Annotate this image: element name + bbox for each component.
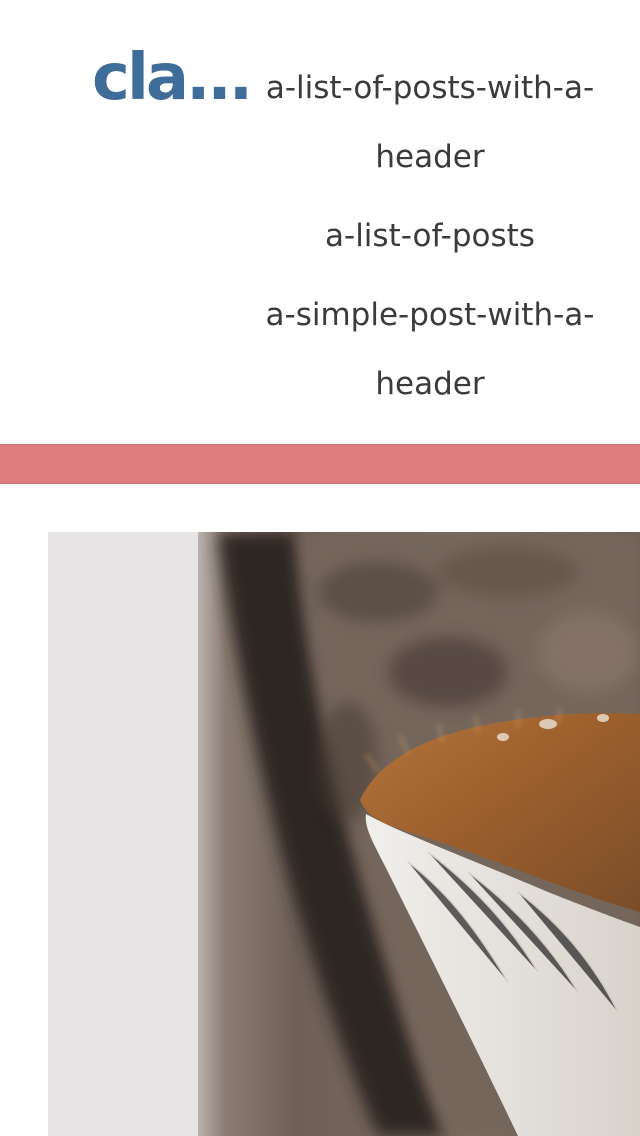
site-header: cla... a-list-of-posts-with-a-header a-l… xyxy=(0,0,640,444)
hero-image xyxy=(48,532,640,1136)
nav-link-simple-post-with-header[interactable]: a-simple-post-with-a-header xyxy=(266,297,595,402)
nav-item: a-list-of-posts xyxy=(243,202,617,271)
nav-item: a-simple-post-with-a-header xyxy=(243,281,617,419)
nav-link-list-of-posts[interactable]: a-list-of-posts xyxy=(325,218,535,254)
site-title[interactable]: cla... xyxy=(92,38,253,118)
nav-item: a-list-of-posts-with-a-header xyxy=(243,54,617,192)
accent-band xyxy=(0,444,640,484)
main-nav: a-list-of-posts-with-a-header a-list-of-… xyxy=(243,54,617,429)
page: cla... a-list-of-posts-with-a-header a-l… xyxy=(0,0,640,1136)
nav-link-list-of-posts-with-header[interactable]: a-list-of-posts-with-a-header xyxy=(266,70,594,175)
cat-photo xyxy=(48,532,640,1136)
